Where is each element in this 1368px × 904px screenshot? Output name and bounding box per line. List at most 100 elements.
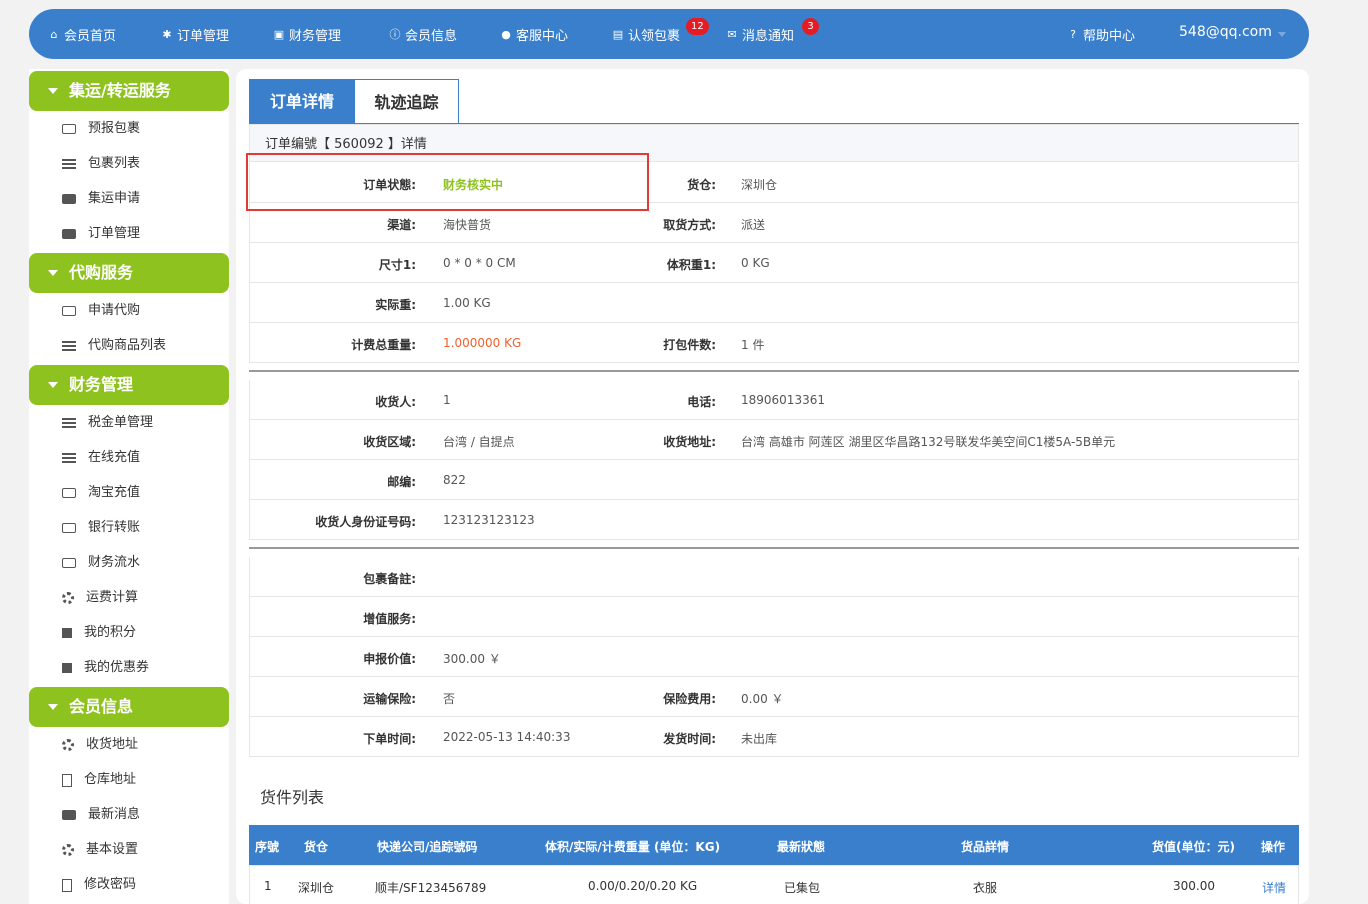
tab-tracking[interactable]: 轨迹追踪: [354, 79, 459, 124]
table-cell: 衣服: [973, 881, 998, 895]
order-status-highlight: [246, 153, 649, 211]
sidebar-item-purchase-list[interactable]: 代购商品列表: [62, 336, 166, 356]
sidebar-item-latest-messages[interactable]: 最新消息: [62, 805, 140, 825]
list-icon: [62, 341, 76, 351]
gear-icon: [62, 844, 74, 856]
sidebar-item-freight-calculator[interactable]: 运费计算: [62, 588, 138, 608]
table-cell: 已集包: [784, 881, 821, 895]
column-header: 货品詳情: [961, 840, 1010, 854]
field-label: 增值服务:: [363, 612, 416, 626]
recipient-info-block: 收货人: 1 电话: 18906013361 收货区域: 台湾 / 自提点 收货…: [249, 380, 1299, 540]
claim-package-badge: 12: [686, 18, 709, 35]
field-label: 发货时间:: [663, 732, 716, 746]
sidebar-section-purchasing[interactable]: 代购服务: [29, 253, 229, 293]
nav-customer-service[interactable]: ● 客服中心: [500, 25, 568, 44]
list-icon: [62, 453, 76, 463]
copy-icon: [62, 878, 72, 892]
sidebar-item-warehouse-address[interactable]: 仓库地址: [62, 770, 136, 790]
table-cell: 0.00/0.20/0.20 KG: [588, 879, 698, 893]
field-label: 邮编:: [387, 475, 416, 489]
field-label: 收货区域:: [363, 435, 416, 449]
field-label: 计费总重量:: [351, 338, 416, 352]
detail-row: 收货区域: 台湾 / 自提点 收货地址: 台湾 高雄市 阿莲区 湖里区华昌路13…: [250, 420, 1298, 460]
field-value: 深圳仓: [741, 178, 778, 192]
question-icon: ?: [1070, 27, 1076, 41]
sidebar-item-my-points[interactable]: 我的积分: [62, 623, 136, 643]
field-value: 海快普货: [443, 218, 492, 232]
field-value: 派送: [741, 218, 766, 232]
caret-down-icon: [48, 270, 58, 276]
list-icon: [62, 418, 76, 428]
detail-row: 增值服务:: [250, 597, 1298, 637]
divider: [249, 547, 1299, 549]
tab-order-details[interactable]: 订单详情: [249, 79, 355, 124]
credit-card-icon: [62, 488, 76, 498]
sidebar-item-finance-flow[interactable]: 财务流水: [62, 553, 140, 573]
gears-icon: [62, 739, 74, 751]
sidebar-item-order-management[interactable]: 订单管理: [62, 224, 140, 244]
sidebar-item-my-coupons[interactable]: 我的优惠券: [62, 658, 149, 678]
sidebar-item-tax-bills[interactable]: 税金单管理: [62, 413, 153, 433]
detail-row: 申报价值: 300.00 ￥: [250, 637, 1298, 677]
field-value: 未出库: [741, 732, 778, 746]
field-label: 保险费用:: [663, 692, 716, 706]
user-menu[interactable]: 548@qq.com: [1179, 24, 1272, 40]
field-value: 1 件: [741, 338, 765, 352]
sidebar-item-bank-transfer[interactable]: 银行转账: [62, 518, 140, 538]
billing-weight-value: 1.000000 KG: [443, 336, 522, 350]
field-label: 尺寸1:: [378, 258, 416, 272]
sidebar-section-member-info[interactable]: 会员信息: [29, 687, 229, 727]
field-label: 电话:: [687, 395, 716, 409]
envelope-icon: [62, 810, 76, 820]
nav-home[interactable]: ⌂ 会员首页: [48, 25, 117, 44]
table-row: 1 深圳仓 顺丰/SF123456789 0.00/0.20/0.20 KG 已…: [249, 865, 1299, 904]
field-value: 822: [443, 473, 466, 487]
sidebar-item-package-list[interactable]: 包裹列表: [62, 154, 140, 174]
goods-table-header: 序號 货仓 快递公司/追踪號码 体积/实际/计费重量 (单位：KG) 最新狀態 …: [249, 825, 1299, 865]
table-cell: 1: [264, 879, 272, 893]
caret-down-icon: [48, 704, 58, 710]
gears-icon: [62, 592, 74, 604]
nav-member-info[interactable]: ⓘ 会员信息: [389, 25, 458, 44]
detail-row: 运输保险: 否 保险费用: 0.00 ￥: [250, 677, 1298, 717]
extra-info-block: 包裹备註: 增值服务: 申报价值: 300.00 ￥ 运输保险: 否 保险费用:…: [249, 557, 1299, 757]
field-value: 1.00 KG: [443, 296, 491, 310]
table-cell: 深圳仓: [298, 881, 335, 895]
column-header: 快递公司/追踪號码: [377, 840, 478, 854]
field-value: 300.00 ￥: [443, 652, 501, 666]
nav-claim-package[interactable]: ▤ 认领包裹 12: [612, 18, 709, 44]
detail-row: 收货人: 1 电话: 18906013361: [250, 380, 1298, 420]
credit-card-icon: [62, 523, 76, 533]
sidebar-item-basic-settings[interactable]: 基本设置: [62, 840, 138, 860]
field-label: 取货方式:: [663, 218, 716, 232]
field-value: 台湾 高雄市 阿莲区 湖里区华昌路132号联发华美空间C1楼5A-5B单元: [741, 435, 1116, 449]
chevron-down-icon[interactable]: [1278, 32, 1286, 37]
gift-icon: [62, 663, 72, 673]
sidebar-item-apply-purchase[interactable]: 申请代购: [62, 301, 140, 321]
sidebar-item-forecast-package[interactable]: 预报包裹: [62, 119, 140, 139]
goods-list-title: 货件列表: [260, 788, 325, 807]
field-value: 台湾 / 自提点: [443, 435, 515, 449]
details-link[interactable]: 详情: [1262, 879, 1286, 896]
nav-finance[interactable]: ▣ 财务管理: [273, 25, 341, 44]
sidebar-section-consolidation[interactable]: 集运/转运服务: [29, 71, 229, 111]
sidebar-section-finance[interactable]: 财务管理: [29, 365, 229, 405]
info-icon: ⓘ: [389, 27, 401, 41]
sidebar-item-shipping-address[interactable]: 收货地址: [62, 735, 138, 755]
field-value: 123123123123: [443, 513, 535, 527]
column-header: 最新狀態: [777, 840, 826, 854]
table-cell: 300.00: [1173, 879, 1215, 893]
nav-order-management[interactable]: ✱ 订单管理: [161, 25, 229, 44]
field-value: 0 KG: [741, 256, 770, 270]
detail-row: 收货人身份证号码: 123123123123: [250, 500, 1298, 540]
nav-notifications[interactable]: ✉ 消息通知 3: [726, 18, 819, 44]
sidebar-item-online-recharge[interactable]: 在线充值: [62, 448, 140, 468]
sidebar-item-taobao-recharge[interactable]: 淘宝充值: [62, 483, 140, 503]
nav-help-center[interactable]: ? 帮助中心: [1067, 25, 1135, 44]
sidebar-item-change-password[interactable]: 修改密码: [62, 875, 136, 895]
caret-down-icon: [48, 382, 58, 388]
field-label: 申报价值:: [363, 652, 416, 666]
detail-row: 实际重: 1.00 KG: [250, 283, 1298, 323]
sidebar-item-consolidation-request[interactable]: 集运申请: [62, 189, 140, 209]
column-header: 货值(单位：元): [1152, 840, 1235, 854]
